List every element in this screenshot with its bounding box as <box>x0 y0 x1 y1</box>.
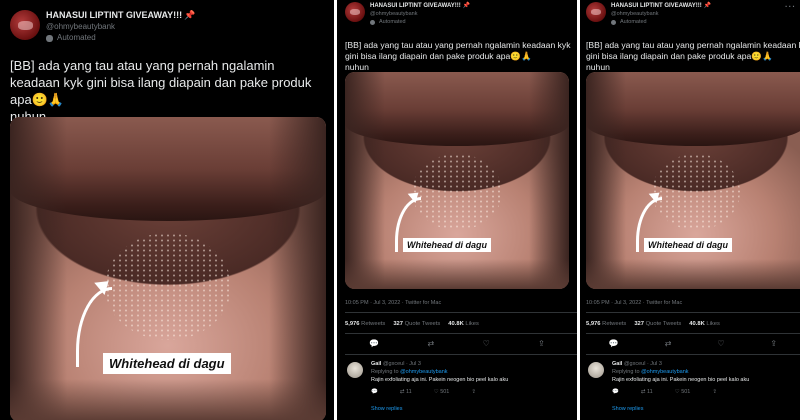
emoji: 🙂🙏 <box>751 51 773 62</box>
tweet-timestamp[interactable]: 10:05 PM · Jul 3, 2022 · Twitter for Mac <box>586 300 682 306</box>
retweet-icon[interactable]: ⇄ <box>665 339 672 348</box>
retweets-stat[interactable]: 5,976 Retweets <box>586 321 626 327</box>
share-icon[interactable]: ⇪ <box>770 339 777 348</box>
tweet-actions: 💬 ⇄ ♡ ⇪ <box>586 339 800 348</box>
separator <box>586 312 800 313</box>
account-handle[interactable]: @ohmybeautybank <box>370 10 470 18</box>
avatar[interactable] <box>345 2 365 22</box>
automated-badge: Automated <box>611 18 711 26</box>
reply-tweet[interactable]: Gail @gxceul · Jul 3 Replying to @ohmybe… <box>612 360 800 396</box>
tweet-stats: 5,976 Retweets 327 Quote Tweets 40.8K Li… <box>345 321 479 327</box>
bot-icon <box>46 34 53 42</box>
like-icon[interactable]: ♡ <box>483 339 490 348</box>
likes-stat[interactable]: 40.8K Likes <box>448 321 479 327</box>
quotes-stat[interactable]: 327 Quote Tweets <box>393 321 440 327</box>
bot-icon <box>611 19 616 25</box>
image-annotation: Whitehead di dagu <box>644 238 732 252</box>
tweet-header: HANASUI LIPTINT GIVEAWAY!!! 📌 @ohmybeauty… <box>10 10 195 44</box>
reply-actions: 💬 ⇄ 11 ♡ 501 ⇪ <box>612 388 800 396</box>
tweet-panel-large: HANASUI LIPTINT GIVEAWAY!!! 📌 @ohmybeauty… <box>0 0 334 420</box>
tweet-image[interactable]: Whitehead di dagu <box>345 72 569 289</box>
emoji: 🙂🙏 <box>510 51 532 62</box>
like-icon[interactable]: ♡ 501 <box>434 388 450 396</box>
separator <box>345 354 577 355</box>
tweet-image[interactable]: Whitehead di dagu <box>10 117 326 420</box>
account-handle[interactable]: @ohmybeautybank <box>611 10 711 18</box>
share-icon[interactable]: ⇪ <box>712 388 717 396</box>
reply-tweet[interactable]: Gail @gxceul · Jul 3 Replying to @ohmybe… <box>371 360 571 396</box>
tweet-text: [BB] ada yang tau atau yang pernah ngala… <box>10 58 312 124</box>
tweet-header: HANASUI LIPTINT GIVEAWAY!!! 📌 @ohmybeauty… <box>586 2 711 26</box>
quotes-stat[interactable]: 327 Quote Tweets <box>634 321 681 327</box>
tweet-panel-middle: HANASUI LIPTINT GIVEAWAY!!! 📌 @ohmybeauty… <box>337 0 577 420</box>
separator <box>586 333 800 334</box>
account-name[interactable]: HANASUI LIPTINT GIVEAWAY!!! 📌 <box>370 2 470 10</box>
pin-icon: 📌 <box>184 10 196 20</box>
share-icon[interactable]: ⇪ <box>538 339 545 348</box>
reply-icon[interactable]: 💬 <box>371 388 378 396</box>
tweet-header: HANASUI LIPTINT GIVEAWAY!!! 📌 @ohmybeauty… <box>345 2 470 26</box>
automated-badge: Automated <box>46 32 195 44</box>
more-options-icon[interactable]: ··· <box>785 2 796 11</box>
reply-icon[interactable]: 💬 <box>612 388 619 396</box>
tweet-text: [BB] ada yang tau atau yang pernah ngala… <box>586 40 800 73</box>
tweet-timestamp[interactable]: 10:05 PM · Jul 3, 2022 · Twitter for Mac <box>345 300 441 306</box>
reply-icon[interactable]: 💬 <box>369 339 379 348</box>
tweet-actions: 💬 ⇄ ♡ ⇪ <box>345 339 569 348</box>
pin-icon: 📌 <box>703 3 712 9</box>
avatar[interactable] <box>10 10 40 40</box>
share-icon[interactable]: ⇪ <box>471 388 476 396</box>
show-replies-link[interactable]: Show replies <box>612 406 644 412</box>
tweet-stats: 5,976 Retweets 327 Quote Tweets 40.8K Li… <box>586 321 720 327</box>
image-annotation: Whitehead di dagu <box>103 353 231 374</box>
separator <box>586 354 800 355</box>
tweet-text: [BB] ada yang tau atau yang pernah ngala… <box>345 40 571 73</box>
bot-icon <box>370 19 375 25</box>
account-name[interactable]: HANASUI LIPTINT GIVEAWAY!!! 📌 <box>611 2 711 10</box>
image-annotation: Whitehead di dagu <box>403 238 491 252</box>
pin-icon: 📌 <box>462 3 471 9</box>
retweet-icon[interactable]: ⇄ 11 <box>641 388 653 396</box>
avatar[interactable] <box>586 2 606 22</box>
reply-avatar[interactable] <box>588 362 604 378</box>
retweet-icon[interactable]: ⇄ 11 <box>400 388 412 396</box>
tweet-image[interactable]: Whitehead di dagu <box>586 72 800 289</box>
emoji: 🙂🙏 <box>31 91 65 107</box>
retweets-stat[interactable]: 5,976 Retweets <box>345 321 385 327</box>
like-icon[interactable]: ♡ <box>717 339 724 348</box>
retweet-icon[interactable]: ⇄ <box>428 339 435 348</box>
show-replies-link[interactable]: Show replies <box>371 406 403 412</box>
separator <box>345 333 577 334</box>
reply-avatar[interactable] <box>347 362 363 378</box>
likes-stat[interactable]: 40.8K Likes <box>689 321 720 327</box>
account-handle[interactable]: @ohmybeautybank <box>46 21 195 32</box>
reply-actions: 💬 ⇄ 11 ♡ 501 ⇪ <box>371 388 571 396</box>
reply-icon[interactable]: 💬 <box>609 339 619 348</box>
separator <box>345 312 577 313</box>
like-icon[interactable]: ♡ 501 <box>675 388 691 396</box>
account-name[interactable]: HANASUI LIPTINT GIVEAWAY!!! 📌 <box>46 10 195 21</box>
tweet-panel-right: HANASUI LIPTINT GIVEAWAY!!! 📌 @ohmybeauty… <box>580 0 800 420</box>
automated-badge: Automated <box>370 18 470 26</box>
